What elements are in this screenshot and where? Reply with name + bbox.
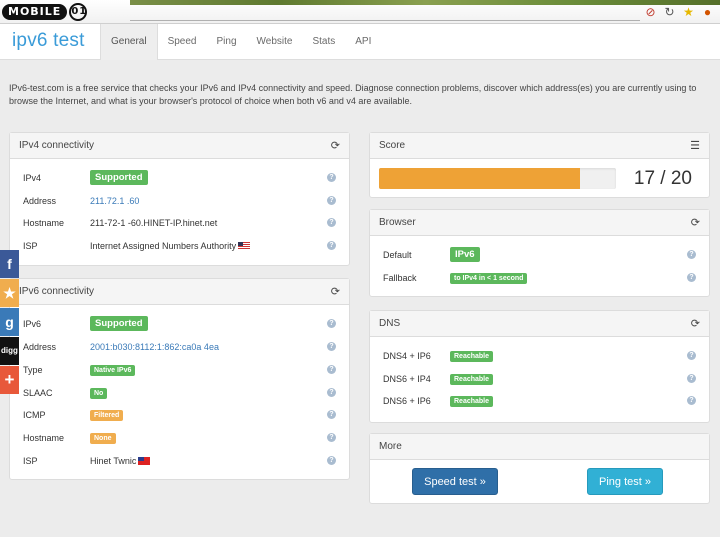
help-icon[interactable]: ? (327, 319, 336, 328)
row-label: IPv4 (23, 173, 42, 183)
site-logo[interactable]: MOBILE 01 (2, 2, 88, 22)
dns-panel-title: DNS (379, 318, 401, 329)
row-label: ICMP (23, 410, 46, 420)
help-icon[interactable]: ? (327, 196, 336, 205)
score-progress-fill (379, 168, 581, 189)
tab-website[interactable]: Website (247, 24, 303, 60)
refresh-icon[interactable]: ⟳ (691, 317, 700, 330)
google-icon[interactable]: g (0, 308, 19, 336)
row-label: DNS6 + IP4 (383, 374, 431, 384)
more-panel: More Speed test » Ping test » (369, 433, 710, 504)
help-icon[interactable]: ? (327, 218, 336, 227)
addon-icon[interactable]: ⊘ (644, 6, 657, 19)
tab-general[interactable]: General (100, 24, 158, 60)
ping-test-button[interactable]: Ping test » (587, 468, 663, 495)
brand-logo[interactable]: ipv6 test (12, 30, 85, 52)
header-photo-strip (130, 0, 720, 5)
us-flag-icon (238, 242, 251, 250)
row-label: ISP (23, 241, 38, 251)
row-label: Address (23, 342, 57, 352)
default-protocol-badge: IPv6 (450, 247, 480, 262)
ipv6-status-badge: Supported (90, 316, 148, 331)
tab-stats[interactable]: Stats (302, 24, 345, 60)
row-label: Default (383, 250, 412, 260)
score-value: 17 / 20 (633, 168, 692, 189)
ipv6-panel-title: IPv6 connectivity (19, 286, 95, 297)
ipv4-isp: Internet Assigned Numbers Authority (90, 241, 237, 251)
ipv4-panel-title: IPv4 connectivity (19, 140, 95, 151)
row-label: DNS6 + IP6 (383, 396, 431, 406)
star-icon[interactable]: ★ (0, 279, 19, 307)
dns-panel: DNS ⟳ DNS4 + IP6 Reachable ? DNS6 + IP4 … (369, 310, 710, 423)
score-progress-bar (379, 168, 616, 189)
intro-text: IPv6-test.com is a free service that che… (9, 83, 697, 106)
tab-api[interactable]: API (345, 24, 381, 60)
ipv6-panel: IPv6 connectivity ⟳ IPv6 Supported ? Add… (9, 278, 350, 480)
plus-icon[interactable]: + (0, 366, 19, 394)
row-label: ISP (23, 456, 38, 466)
help-icon[interactable]: ? (687, 351, 696, 360)
address-bar[interactable] (130, 20, 640, 21)
row-label: IPv6 (23, 319, 42, 329)
refresh-icon[interactable]: ⟳ (331, 139, 340, 152)
ipv6-hostname-badge: None (90, 433, 116, 444)
ipv4-panel: IPv4 connectivity ⟳ IPv4 Supported ? Add… (9, 132, 350, 266)
row-label: Hostname (23, 218, 65, 228)
ipv4-hostname: 211-72-1 -60.HINET-IP.hinet.net (90, 218, 218, 228)
browser-panel-title: Browser (379, 217, 416, 228)
row-label: Fallback (383, 273, 417, 283)
facebook-icon[interactable]: f (0, 250, 19, 278)
dns-status-badge: Reachable (450, 396, 494, 407)
ipv4-status-badge: Supported (90, 170, 148, 185)
ipv6-type-badge: Native IPv6 (90, 365, 136, 376)
ipv6-isp: Hinet Twnic (90, 456, 137, 466)
browser-toolbar: MOBILE 01 ⊘ ↻ ★ ● (0, 0, 720, 24)
site-logo-text: MOBILE (2, 4, 68, 20)
bookmark-star-icon[interactable]: ★ (682, 6, 695, 19)
row-label: Type (23, 365, 43, 375)
extension-icon[interactable]: ● (701, 6, 714, 19)
browser-panel: Browser ⟳ Default IPv6 ? Fallback to IPv… (369, 209, 710, 297)
refresh-icon[interactable]: ⟳ (331, 285, 340, 298)
ipv6-address[interactable]: 2001:b030:8112:1:862:ca0a 4ea (90, 342, 219, 352)
help-icon[interactable]: ? (327, 456, 336, 465)
ipv4-address[interactable]: 211.72.1 .60 (90, 196, 139, 206)
help-icon[interactable]: ? (687, 396, 696, 405)
score-panel-title: Score (379, 140, 406, 151)
row-label: Hostname (23, 433, 65, 443)
digg-icon[interactable]: digg (0, 337, 19, 365)
help-icon[interactable]: ? (327, 342, 336, 351)
dns-status-badge: Reachable (450, 374, 494, 385)
site-logo-badge: 01 (69, 3, 88, 21)
nav-tabs: General Speed Ping Website Stats API (100, 24, 381, 60)
main-nav: ipv6 test General Speed Ping Website Sta… (0, 24, 720, 60)
help-icon[interactable]: ? (327, 241, 336, 250)
speed-test-button[interactable]: Speed test » (412, 468, 498, 495)
more-panel-title: More (379, 441, 402, 452)
dns-status-badge: Reachable (450, 351, 494, 362)
tw-flag-icon (138, 457, 151, 465)
slaac-badge: No (90, 388, 108, 399)
refresh-icon[interactable]: ⟳ (691, 216, 700, 229)
help-icon[interactable]: ? (687, 273, 696, 282)
fallback-badge: to IPv4 in < 1 second (450, 273, 528, 284)
help-icon[interactable]: ? (327, 365, 336, 374)
row-label: DNS4 + IP6 (383, 351, 431, 361)
row-label: Address (23, 196, 57, 206)
help-icon[interactable]: ? (687, 374, 696, 383)
help-icon[interactable]: ? (327, 410, 336, 419)
icmp-badge: Filtered (90, 410, 124, 421)
help-icon[interactable]: ? (327, 388, 336, 397)
help-icon[interactable]: ? (687, 250, 696, 259)
tab-ping[interactable]: Ping (207, 24, 247, 60)
list-icon[interactable]: ☰ (690, 139, 700, 152)
score-panel: Score ☰ 17 / 20 (369, 132, 710, 198)
help-icon[interactable]: ? (327, 173, 336, 182)
help-icon[interactable]: ? (327, 433, 336, 442)
tab-speed[interactable]: Speed (158, 24, 207, 60)
refresh-icon[interactable]: ↻ (663, 6, 676, 19)
row-label: SLAAC (23, 388, 53, 398)
